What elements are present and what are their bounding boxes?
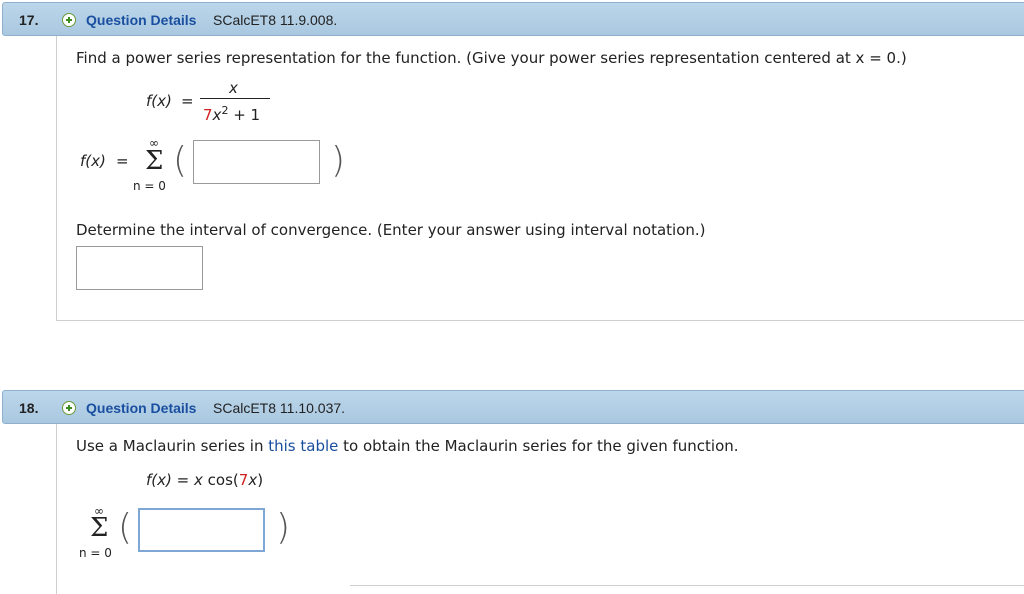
question-details-link[interactable]: Question Details bbox=[86, 400, 196, 416]
plus-circle-icon[interactable] bbox=[62, 13, 76, 27]
sum-equals-sign: = bbox=[116, 152, 129, 170]
function-definition: f(x) = x cos(7x) bbox=[146, 471, 264, 489]
question-prompt: Use a Maclaurin series in this table to … bbox=[76, 437, 739, 455]
question-reference: SCalcET8 11.9.008. bbox=[213, 12, 338, 28]
equals-sign: = bbox=[181, 92, 194, 110]
question-number: 17. bbox=[19, 12, 39, 28]
divider bbox=[350, 585, 1024, 586]
sum-function-label: f(x) bbox=[80, 152, 106, 170]
question-17-header: 17. Question Details SCalcET8 11.9.008. bbox=[2, 2, 1024, 36]
question-18-header: 18. Question Details SCalcET8 11.10.037. bbox=[2, 390, 1024, 424]
question-prompt: Find a power series representation for t… bbox=[76, 49, 907, 67]
fraction-denominator: 7x2 + 1 bbox=[203, 104, 261, 124]
question-details-link[interactable]: Question Details bbox=[86, 12, 196, 28]
close-paren: ) bbox=[331, 140, 346, 181]
fraction-bar bbox=[200, 98, 270, 99]
function-label: f(x) bbox=[146, 92, 172, 110]
sum-lower-limit: n = 0 bbox=[79, 546, 112, 560]
fraction-numerator: x bbox=[229, 79, 238, 97]
sum-lower-limit: n = 0 bbox=[133, 179, 166, 193]
close-paren: ) bbox=[276, 507, 291, 548]
sigma-icon: Σ bbox=[90, 513, 109, 543]
sigma-icon: Σ bbox=[145, 146, 164, 176]
question-number: 18. bbox=[19, 400, 39, 416]
interval-prompt: Determine the interval of convergence. (… bbox=[76, 221, 706, 239]
series-answer-input[interactable] bbox=[138, 508, 265, 552]
interval-answer-input[interactable] bbox=[76, 246, 203, 290]
open-paren: ( bbox=[118, 507, 133, 548]
table-link[interactable]: this table bbox=[268, 437, 338, 455]
series-answer-input[interactable] bbox=[193, 140, 320, 184]
open-paren: ( bbox=[173, 140, 188, 181]
plus-circle-icon[interactable] bbox=[62, 401, 76, 415]
question-reference: SCalcET8 11.10.037. bbox=[213, 400, 346, 416]
